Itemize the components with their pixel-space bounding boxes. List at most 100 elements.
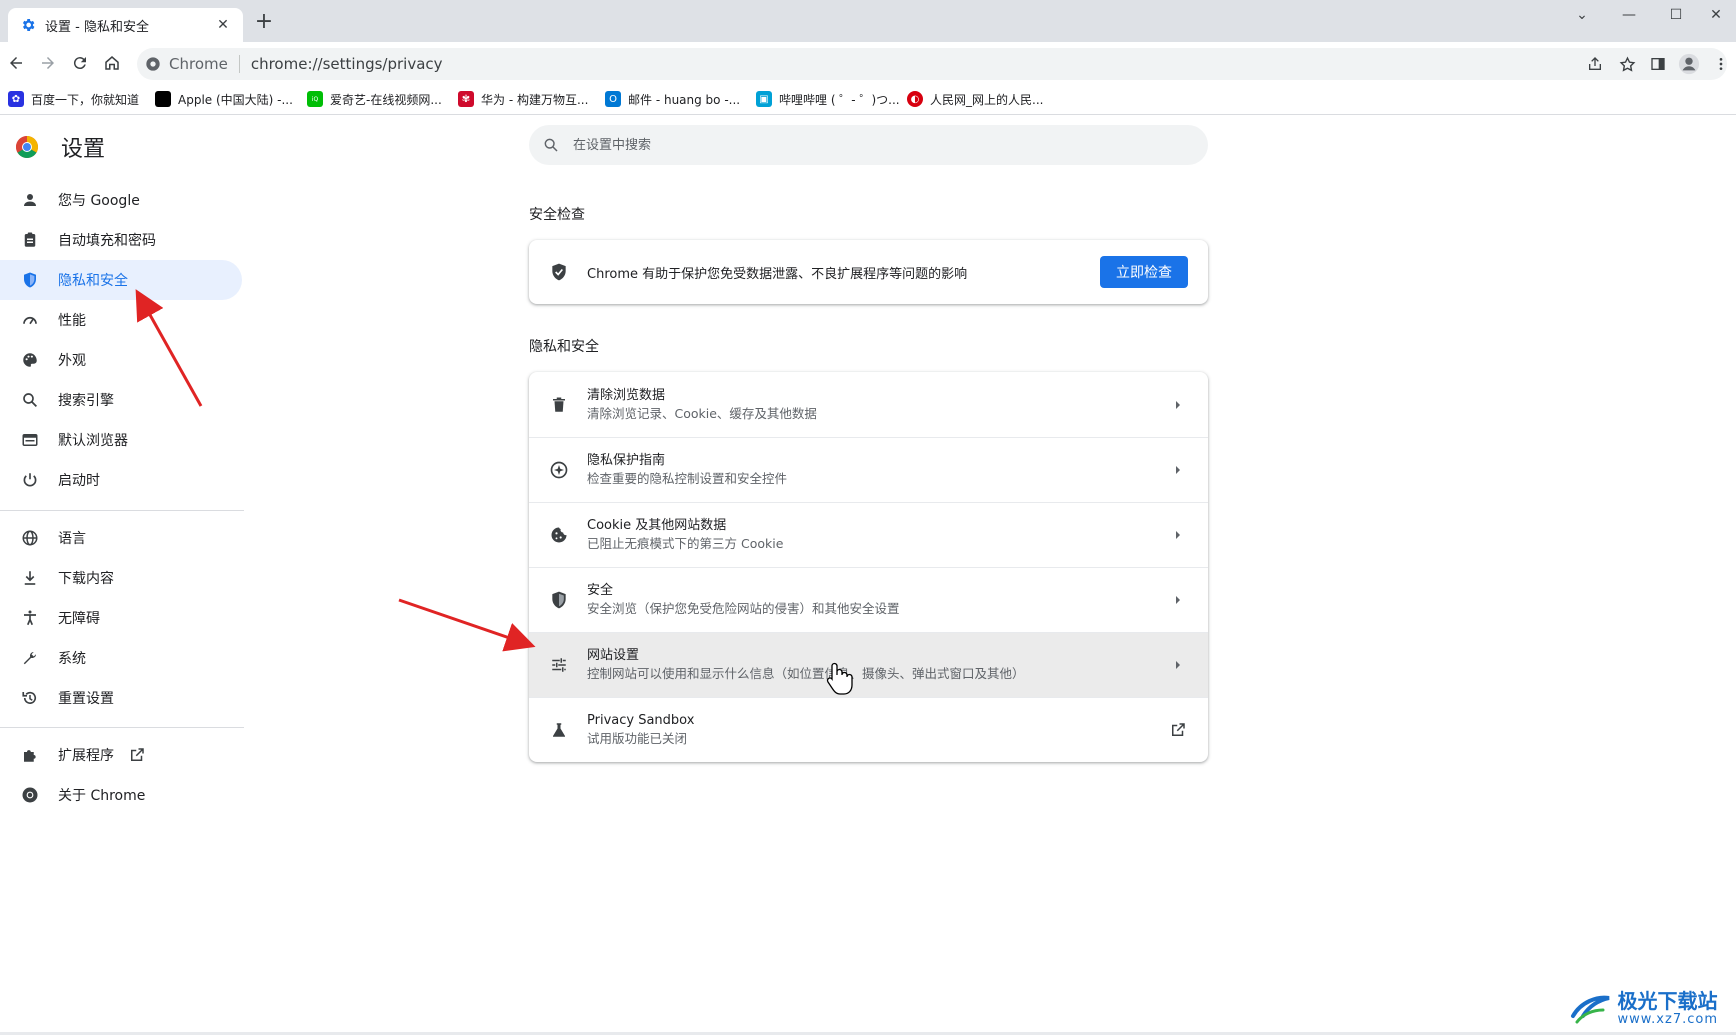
huawei-icon: ✾ <box>458 91 474 107</box>
back-icon[interactable] <box>2 49 30 77</box>
people-icon: ◐ <box>907 91 923 107</box>
chevron-right-icon[interactable] <box>1158 385 1198 425</box>
sidebar-item-performance[interactable]: 性能 <box>0 300 242 340</box>
bookmarks-bar: ✿ 百度一下，你就知道 Apple (中国大陆) -... iQ 爱奇艺-在线视… <box>0 84 1736 115</box>
sidebar-item-about-chrome[interactable]: 关于 Chrome <box>0 775 242 815</box>
privacy-heading: 隐私和安全 <box>529 339 599 355</box>
tune-icon <box>549 655 569 675</box>
share-icon[interactable] <box>1582 51 1608 77</box>
bookmark-label: 爱奇艺-在线视频网... <box>330 92 442 107</box>
sidebar-item-autofill[interactable]: 自动填充和密码 <box>0 220 242 260</box>
sidebar-item-appearance[interactable]: 外观 <box>0 340 242 380</box>
iqiyi-icon: iQ <box>307 91 323 107</box>
search-input[interactable] <box>571 136 1135 154</box>
sidebar-item-system[interactable]: 系统 <box>0 638 242 678</box>
minimize-icon[interactable]: — <box>1609 4 1649 26</box>
sidebar-item-label: 启动时 <box>58 473 100 489</box>
bookmark-label: 百度一下，你就知道 <box>31 92 140 107</box>
flask-icon <box>549 720 569 740</box>
wrench-icon <box>20 648 40 668</box>
shield-icon <box>549 590 569 610</box>
sidebar-item-label: 系统 <box>58 651 86 667</box>
gear-icon <box>22 19 35 31</box>
sidebar-item-languages[interactable]: 语言 <box>0 518 242 558</box>
browser-icon <box>20 430 40 450</box>
sidebar-item-search-engine[interactable]: 搜索引擎 <box>0 380 242 420</box>
cookie-icon <box>549 525 569 545</box>
watermark: 极光下载站 www.xz7.com <box>1569 990 1718 1027</box>
sidebar-item-on-startup[interactable]: 启动时 <box>0 460 242 500</box>
sidebar-item-label: 默认浏览器 <box>58 433 128 449</box>
sidebar-item-extensions[interactable]: 扩展程序 <box>0 735 242 775</box>
tab-settings[interactable]: 设置 - 隐私和安全 ✕ <box>8 8 243 42</box>
chevron-right-icon[interactable] <box>1158 515 1198 555</box>
url-separator <box>238 55 240 73</box>
row-clear-browsing-data[interactable]: 清除浏览数据 清除浏览记录、Cookie、缓存及其他数据 <box>529 372 1208 437</box>
watermark-name: 极光下载站 <box>1617 989 1718 1013</box>
row-security[interactable]: 安全 安全浏览（保护您免受危险网站的侵害）和其他安全设置 <box>529 567 1208 632</box>
profile-icon[interactable] <box>1676 51 1702 77</box>
row-privacy-sandbox[interactable]: Privacy Sandbox 试用版功能已关闭 <box>529 697 1208 762</box>
sidebar-item-label: 性能 <box>58 313 86 329</box>
side-panel-icon[interactable] <box>1645 51 1671 77</box>
site-name: Chrome <box>169 55 228 73</box>
url-text[interactable]: chrome://settings/privacy <box>251 55 443 73</box>
shield-icon <box>20 270 40 290</box>
bookmark-outlook[interactable]: O 邮件 - huang bo -... <box>605 90 740 108</box>
sidebar-item-label: 外观 <box>58 353 86 369</box>
sidebar-item-downloads[interactable]: 下载内容 <box>0 558 242 598</box>
sidebar-item-you-and-google[interactable]: 您与 Google <box>0 180 242 220</box>
chevron-right-icon[interactable] <box>1158 450 1198 490</box>
row-title: 隐私保护指南 <box>587 453 666 468</box>
settings-search[interactable] <box>529 125 1208 165</box>
row-site-settings[interactable]: 网站设置 控制网站可以使用和显示什么信息（如位置信息、摄像头、弹出式窗口及其他） <box>529 632 1208 697</box>
bookmark-baidu[interactable]: ✿ 百度一下，你就知道 <box>8 90 139 108</box>
bookmark-label: 邮件 - huang bo -... <box>628 92 741 107</box>
bookmark-bilibili[interactable]: ▣ 哔哩哔哩 ( ゜- ゜)つ... <box>756 90 900 108</box>
tab-search-icon[interactable]: ⌄ <box>1562 4 1602 26</box>
window-close-icon[interactable]: ✕ <box>1696 4 1736 26</box>
menu-icon[interactable] <box>1708 51 1734 77</box>
bookmark-apple[interactable]: Apple (中国大陆) -... <box>155 90 293 108</box>
chevron-right-icon[interactable] <box>1158 645 1198 685</box>
baidu-icon: ✿ <box>8 91 24 107</box>
sidebar-item-label: 无障碍 <box>58 611 100 627</box>
reload-icon[interactable] <box>66 49 94 77</box>
power-icon <box>20 470 40 490</box>
bookmark-iqiyi[interactable]: iQ 爱奇艺-在线视频网... <box>307 90 442 108</box>
row-subtitle: 控制网站可以使用和显示什么信息（如位置信息、摄像头、弹出式窗口及其他） <box>587 666 1025 681</box>
red-arrow-site-settings <box>398 598 536 652</box>
row-subtitle: 检查重要的隐私控制设置和安全控件 <box>587 471 788 486</box>
row-privacy-guide[interactable]: 隐私保护指南检查重要的隐私控制设置和安全控件 <box>529 437 1208 502</box>
external-link-icon[interactable] <box>1158 710 1198 750</box>
star-icon[interactable] <box>1614 51 1640 77</box>
chevron-right-icon[interactable] <box>1158 580 1198 620</box>
watermark-logo-icon <box>1571 995 1610 1023</box>
close-tab-icon[interactable]: ✕ <box>213 17 233 33</box>
palette-icon <box>20 350 40 370</box>
sidebar-item-label: 关于 Chrome <box>58 788 146 804</box>
sidebar-divider <box>0 727 244 728</box>
bookmark-huawei[interactable]: ✾ 华为 - 构建万物互... <box>458 90 588 108</box>
sidebar-item-reset[interactable]: 重置设置 <box>0 678 242 718</box>
sidebar-item-accessibility[interactable]: 无障碍 <box>0 598 242 638</box>
row-subtitle: 安全浏览（保护您免受危险网站的侵害）和其他安全设置 <box>587 601 900 616</box>
bookmark-people[interactable]: ◐ 人民网_网上的人民... <box>907 90 1043 108</box>
sidebar-item-label: 您与 Google <box>58 193 140 209</box>
chrome-icon <box>20 785 40 805</box>
row-title: Cookie 及其他网站数据 <box>587 518 727 533</box>
check-now-button[interactable]: 立即检查 <box>1100 256 1188 288</box>
home-icon[interactable] <box>98 49 126 77</box>
external-link-icon <box>128 746 146 764</box>
chrome-logo-icon <box>16 136 38 158</box>
person-icon <box>20 190 40 210</box>
row-cookies[interactable]: Cookie 及其他网站数据 已阻止无痕模式下的第三方 Cookie <box>529 502 1208 567</box>
sidebar-item-default-browser[interactable]: 默认浏览器 <box>0 420 242 460</box>
forward-icon[interactable] <box>34 49 62 77</box>
history-icon <box>20 688 40 708</box>
accessibility-icon <box>20 608 40 628</box>
maximize-icon[interactable]: ☐ <box>1656 4 1696 26</box>
new-tab-button[interactable]: + <box>253 11 275 33</box>
address-bar[interactable]: Chrome chrome://settings/privacy <box>137 48 1727 80</box>
sidebar-item-privacy[interactable]: 隐私和安全 <box>0 260 242 300</box>
